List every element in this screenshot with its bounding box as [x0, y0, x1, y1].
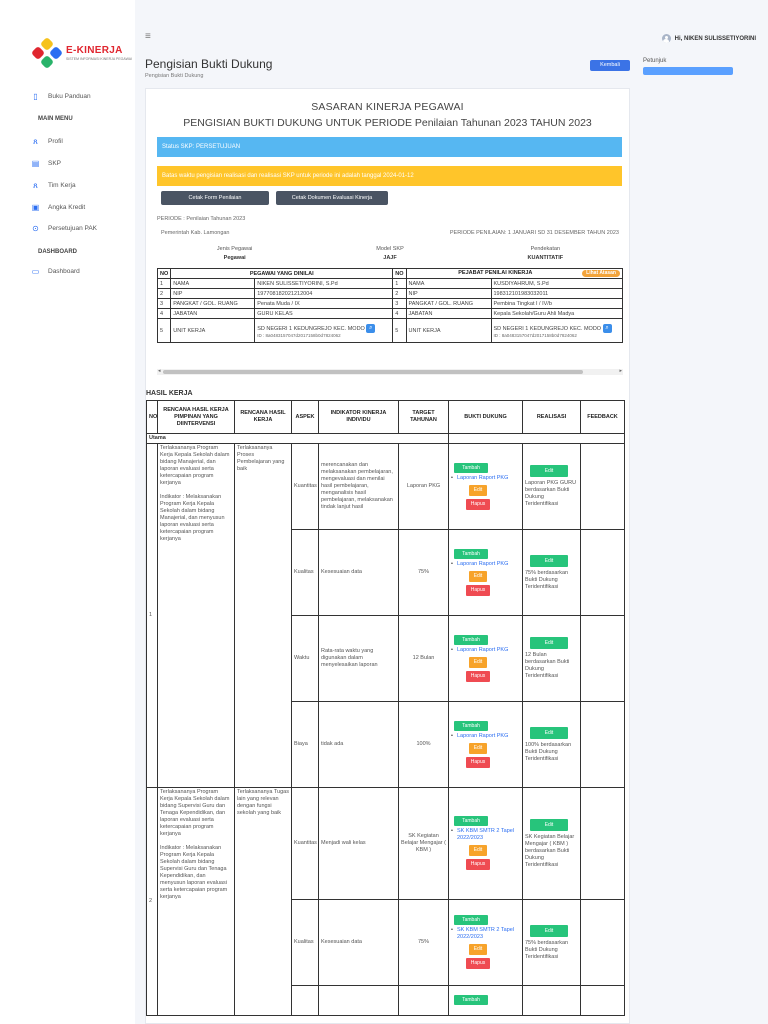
dashboard-heading: DASHBOARD: [38, 249, 77, 255]
sidebar-item-persetujuan-pak[interactable]: ⊙ Persetujuan PAK: [31, 224, 97, 233]
sidebar-item-buku-panduan[interactable]: ▯ Buku Panduan: [31, 92, 90, 101]
edit-realisasi-button[interactable]: Edit: [530, 465, 568, 477]
main-menu-heading: MAIN MENU: [38, 116, 73, 122]
bukti-link[interactable]: Laporan Raport PKG: [451, 561, 520, 568]
skp-info-row: Jenis Pegawai Pegawai Model SKP JAJF Pende…: [157, 245, 623, 267]
pegawai-dinilai-header: PEGAWAI YANG DINILAI: [170, 268, 394, 279]
table-row: 1 Terlaksananya Program Kerja Kepala Sek…: [146, 443, 625, 788]
hapus-button[interactable]: Hapus: [466, 670, 490, 682]
pegawai-table: NO PEGAWAI YANG DINILAI NO PEJABAT PENIL…: [156, 268, 623, 343]
sidebar-item-dashboard[interactable]: ▭ Dashboard: [31, 267, 80, 276]
credit-icon: ▣: [31, 203, 40, 212]
tambah-button[interactable]: Tambah: [454, 548, 488, 559]
periode-penilaian-label: PERIODE PENILAIAN: 1 JANUARI SD 31 DESEM…: [449, 230, 619, 236]
sidebar-item-profil[interactable]: ጸ Profil: [31, 137, 63, 146]
card-subheading: PENGISIAN BUKTI DUKUNG UNTUK PERIODE Pen…: [183, 117, 592, 129]
edit-realisasi-button[interactable]: Edit: [530, 818, 568, 831]
section-row: Utama: [146, 433, 625, 444]
team-icon: ጸ: [33, 181, 38, 190]
brand-tagline: SISTEM INFORMASI KINERJA PEGAWAI: [66, 57, 133, 61]
lihat-atasan-button[interactable]: Lihat Atasan: [582, 270, 620, 277]
logo-mark-icon: [30, 36, 64, 70]
back-button[interactable]: Kembali: [590, 60, 630, 71]
tambah-button[interactable]: Tambah: [454, 915, 488, 925]
user-menu[interactable]: Hi, NIKEN SULISSETIYORINI: [661, 34, 756, 43]
user-icon: ጸ: [33, 137, 38, 146]
edit-realisasi-button[interactable]: Edit: [530, 637, 568, 649]
pegawai-row: 5 UNIT KERJA SD NEGERI 1 KEDUNGREJO KEC. …: [156, 318, 623, 343]
pegawai-row: 1 NAMA NIKEN SULISSETIYORINI, S.Pd 1 NAMA KU…: [156, 278, 623, 289]
edit-bukti-button[interactable]: Edit: [469, 944, 487, 955]
petunjuk-label: Petunjuk: [643, 58, 667, 64]
breadcrumb[interactable]: Pengisian Bukti Dukung: [145, 73, 203, 79]
tambah-button[interactable]: Tambah: [454, 995, 488, 1005]
tambah-button[interactable]: Tambah: [454, 634, 488, 645]
approval-icon: ⊙: [32, 224, 39, 233]
book-icon: ▯: [33, 92, 38, 101]
table-header-row: NO RENCANA HASIL KERJA PIMPINAN YANG DIIN…: [146, 400, 625, 434]
app-logo[interactable]: E-KINERJA SISTEM INFORMASI KINERJA PEGAW…: [30, 36, 133, 70]
topbar: ≡ Hi, NIKEN SULISSETIYORINI: [135, 26, 768, 50]
deadline-alert: Batas waktu pengisian realisasi dan real…: [157, 166, 622, 186]
page-title: Pengisian Bukti Dukung: [145, 57, 273, 71]
horizontal-scrollbar[interactable]: ◂ ▸: [157, 368, 623, 375]
sidebar-item-angka-kredit[interactable]: ▣ Angka Kredit: [31, 203, 86, 212]
hapus-button[interactable]: Hapus: [466, 498, 490, 510]
user-greeting: Hi, NIKEN SULISSETIYORINI: [674, 35, 756, 42]
bukti-link[interactable]: Laporan Raport PKG: [451, 733, 520, 740]
tambah-button[interactable]: Tambah: [454, 720, 488, 731]
pejabat-penilai-header: PEJABAT PENILAI KINERJA Lihat Atasan: [405, 268, 623, 279]
search-unit-icon[interactable]: ⌕: [366, 323, 376, 333]
petunjuk-button[interactable]: [643, 67, 733, 75]
sidebar: E-KINERJA SISTEM INFORMASI KINERJA PEGAW…: [0, 0, 135, 1024]
bukti-link[interactable]: Laporan Raport PKG: [451, 647, 520, 654]
bukti-link[interactable]: SK KBM SMTR 2 Tapel 2022/2023: [451, 828, 520, 842]
sidebar-item-tim-kerja[interactable]: ጸ Tim Kerja: [31, 181, 75, 190]
brand-name: E-KINERJA: [66, 45, 123, 56]
edit-bukti-button[interactable]: Edit: [469, 656, 487, 668]
edit-bukti-button[interactable]: Edit: [469, 845, 487, 856]
status-alert: Status SKP: PERSETUJUAN: [157, 137, 622, 157]
periode-label: PERIODE : Penilaian Tahunan 2023: [157, 216, 246, 222]
edit-bukti-button[interactable]: Edit: [469, 484, 487, 496]
document-icon: ▤: [31, 159, 40, 168]
scrollbar-thumb[interactable]: [163, 370, 583, 374]
hamburger-menu-icon[interactable]: ≡: [145, 31, 151, 42]
hapus-button[interactable]: Hapus: [466, 584, 490, 596]
pendekatan: Pendekatan KUANTITATIF: [527, 246, 564, 261]
edit-realisasi-button[interactable]: Edit: [530, 554, 568, 567]
edit-bukti-button[interactable]: Edit: [469, 570, 487, 582]
print-form-button[interactable]: Cetak Form Penilaian: [161, 191, 269, 205]
bukti-link[interactable]: SK KBM SMTR 2 Tapel 2022/2023: [451, 927, 520, 941]
print-evaluation-button[interactable]: Cetak Dokumen Evaluasi Kinerja: [276, 191, 388, 205]
pegawai-row: 3 PANGKAT / GOL. RUANG Penata Muda / IX 3P…: [156, 298, 623, 309]
hasil-kerja-table: NO RENCANA HASIL KERJA PIMPINAN YANG DIIN…: [146, 400, 625, 1016]
hapus-button[interactable]: Hapus: [466, 958, 490, 969]
model-skp: Model SKP JAJF: [376, 246, 404, 261]
tambah-button[interactable]: Tambah: [454, 816, 488, 826]
hapus-button[interactable]: Hapus: [466, 859, 490, 870]
sidebar-item-skp[interactable]: ▤ SKP: [31, 159, 61, 168]
monitor-icon: ▭: [31, 267, 40, 276]
edit-realisasi-button[interactable]: Edit: [530, 726, 568, 739]
card-heading: SASARAN KINERJA PEGAWAI: [311, 101, 464, 113]
scroll-right-icon[interactable]: ▸: [619, 368, 622, 374]
hasil-kerja-title: HASIL KERJA: [146, 390, 193, 397]
skp-card: SASARAN KINERJA PEGAWAI PENGISIAN BUKTI …: [145, 88, 630, 1024]
table-row: 2 Terlaksananya Program Kerja Kepala Sek…: [146, 787, 625, 1016]
jenis-pegawai: Jenis Pegawai Pegawai: [216, 246, 253, 261]
avatar: [661, 34, 671, 43]
hapus-button[interactable]: Hapus: [466, 756, 490, 768]
edit-realisasi-button[interactable]: Edit: [530, 924, 568, 937]
scroll-left-icon[interactable]: ◂: [158, 368, 161, 374]
search-unit-icon[interactable]: ⌕: [602, 323, 612, 333]
tambah-button[interactable]: Tambah: [454, 462, 488, 473]
pemerintah-label: Pemerintah Kab. Lamongan: [161, 230, 230, 236]
bukti-link[interactable]: Laporan Raport PKG: [451, 475, 520, 482]
edit-bukti-button[interactable]: Edit: [469, 742, 487, 754]
pegawai-row: 4 JABATAN GURU KELAS 4 JABATAN Kepala Sekola…: [156, 308, 623, 319]
pegawai-row: 2 NIP 197708182021212004 2 NIP 1983121019830…: [156, 288, 623, 299]
